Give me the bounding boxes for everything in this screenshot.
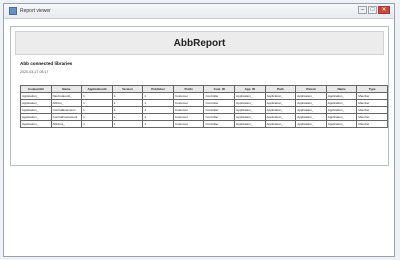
table-cell: 1	[111, 92, 144, 100]
table-cell: Customer	[172, 106, 205, 114]
table-cell: Application_	[325, 92, 358, 100]
table-cell: AbbCu_	[50, 99, 83, 107]
table-row: Application_ AbbCu_ 1 1 1 Customer Controller A…	[20, 99, 388, 107]
app-icon	[9, 7, 17, 15]
table-cell: Application_	[295, 99, 327, 107]
column-header: ApplicationId	[81, 85, 113, 93]
table-cell: Application_	[264, 99, 297, 107]
report-title: AbbReport	[173, 37, 226, 49]
table-cell: 1	[142, 120, 174, 128]
table-row: Application_ NavCodeunit_ 1 1 1 Customer Contr…	[20, 92, 388, 100]
window-controls: – □ ✕	[358, 6, 390, 14]
table-cell: Controller	[203, 120, 236, 128]
table-cell: Application_	[264, 120, 297, 128]
table-cell: Controller	[203, 106, 236, 114]
table-cell: ControlExtension	[50, 106, 83, 114]
table-body: Application_ NavCodeunit_ 1 1 1 Customer Contr…	[20, 92, 388, 128]
table-cell: 1	[111, 99, 144, 107]
table-cell: Application_	[295, 106, 327, 114]
table-cell: Application_	[325, 99, 358, 107]
table-cell: Application_	[325, 106, 358, 114]
table-cell: 1	[111, 113, 144, 121]
table-cell: NavCodeunit_	[50, 92, 83, 100]
table-cell: Controller	[203, 99, 236, 107]
column-header: Version	[111, 85, 144, 93]
table-cell: Application_	[20, 106, 52, 114]
report-banner: AbbReport	[15, 31, 384, 55]
table-cell: Application_	[234, 113, 266, 121]
table-cell: 1	[81, 120, 113, 128]
table-cell: Application_	[264, 113, 297, 121]
column-header: App. ID	[234, 85, 266, 93]
report-content: AbbReport Abb connected libraries 2020-0…	[10, 26, 389, 166]
table-cell: Application_	[234, 92, 266, 100]
column-header: Prefix	[172, 85, 205, 93]
table-cell: Application_	[295, 120, 327, 128]
column-header: Type	[356, 85, 388, 93]
table-cell: ControlFramework	[50, 113, 83, 121]
table-cell: Customer	[172, 120, 205, 128]
table-cell: 1	[142, 106, 174, 114]
table-cell: 1	[111, 120, 144, 128]
table-cell: Application_	[264, 106, 297, 114]
column-header: Name	[325, 85, 358, 93]
table-cell: Controller	[203, 92, 236, 100]
table-cell: Member	[356, 113, 388, 121]
table-cell: 1	[142, 113, 174, 121]
table-cell: Application_	[20, 120, 52, 128]
table-cell: Member	[356, 120, 388, 128]
table-cell: Controller	[203, 113, 236, 121]
table-cell: Customer	[172, 113, 205, 121]
table-cell: Application_	[264, 92, 297, 100]
table-header-row: CodeunitId Name ApplicationId Version Publis…	[20, 85, 388, 93]
report-window: Report viewer – □ ✕ AbbReport Abb connec…	[3, 3, 395, 257]
title-bar[interactable]: Report viewer – □ ✕	[4, 4, 394, 19]
column-header: CodeunitId	[20, 85, 52, 93]
table-cell: Application_	[325, 113, 358, 121]
table-cell: Application_	[234, 106, 266, 114]
table-cell: Application_	[325, 120, 358, 128]
table-cell: AbbCus_	[50, 120, 83, 128]
window-title: Report viewer	[20, 8, 51, 14]
table-cell: Application_	[20, 113, 52, 121]
table-cell: Application_	[295, 113, 327, 121]
close-button[interactable]: ✕	[378, 6, 390, 14]
table-row: Application_ ControlExtension 1 1 1 Customer C…	[20, 106, 388, 114]
report-date: 2020-03-17 08:17	[20, 70, 49, 74]
table-cell: Member	[356, 99, 388, 107]
table-cell: 1	[81, 92, 113, 100]
table-cell: Customer	[172, 99, 205, 107]
table-cell: 1	[81, 106, 113, 114]
table-cell: Application_	[20, 92, 52, 100]
table-cell: Application_	[20, 99, 52, 107]
table-cell: 1	[81, 99, 113, 107]
table-cell: 1	[142, 99, 174, 107]
libraries-table: CodeunitId Name ApplicationId Version Publis…	[20, 85, 388, 128]
minimize-button[interactable]: –	[358, 6, 367, 14]
table-cell: Member	[356, 92, 388, 100]
table-cell: 1	[81, 113, 113, 121]
table-cell: Customer	[172, 92, 205, 100]
column-header: Cust. ID	[203, 85, 236, 93]
maximize-button[interactable]: □	[368, 6, 377, 14]
column-header: Parent	[295, 85, 327, 93]
table-row: Application_ AbbCus_ 1 1 1 Customer Controller…	[20, 120, 388, 128]
table-cell: 1	[111, 106, 144, 114]
table-cell: Application_	[234, 120, 266, 128]
column-header: Publisher	[142, 85, 174, 93]
table-cell: Member	[356, 106, 388, 114]
table-cell: Application_	[295, 92, 327, 100]
column-header: Name	[50, 85, 83, 93]
table-cell: Application_	[234, 99, 266, 107]
table-cell: 1	[142, 92, 174, 100]
column-header: Path	[264, 85, 297, 93]
section-title: Abb connected libraries	[20, 61, 73, 66]
table-row: Application_ ControlFramework 1 1 1 Customer C…	[20, 113, 388, 121]
